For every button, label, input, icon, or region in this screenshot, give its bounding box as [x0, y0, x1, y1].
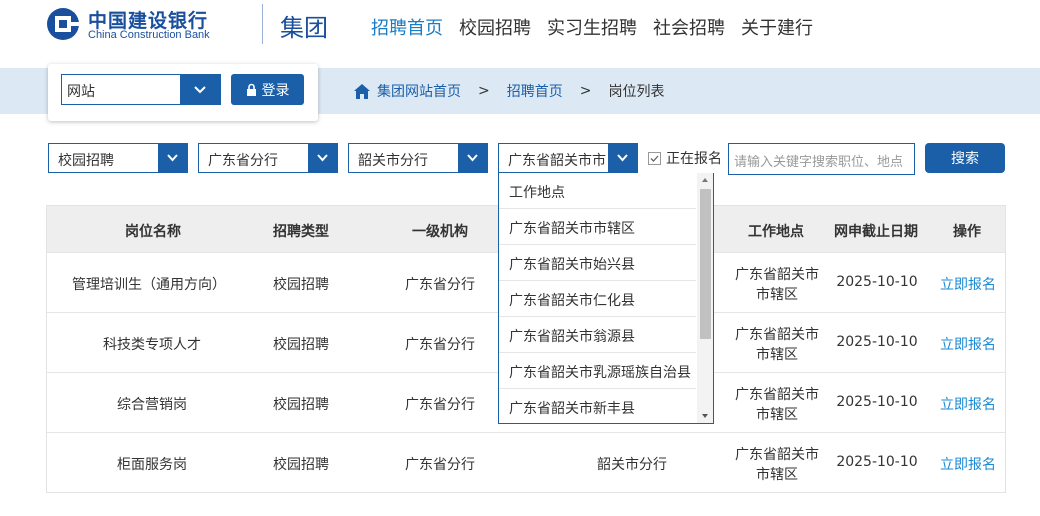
recruit-type-value: 校园招聘 — [58, 153, 114, 169]
breadcrumb: 集团网站首页 > 招聘首页 > 岗位列表 — [353, 81, 664, 101]
chevron-down-icon[interactable] — [608, 144, 637, 172]
location-select[interactable]: 广东省韶关市市 — [498, 143, 638, 173]
nav-about[interactable]: 关于建行 — [741, 14, 813, 40]
cell-position: 综合营销岗 — [117, 397, 187, 413]
cell-deadline: 2025-10-10 — [836, 334, 918, 350]
scrollbar-thumb[interactable] — [700, 189, 711, 339]
apply-now-link[interactable]: 立即报名 — [933, 334, 1003, 354]
cell-location-line2: 市辖区 — [756, 287, 798, 303]
city-branch-select[interactable]: 韶关市分行 — [348, 143, 488, 173]
cell-location-line2: 市辖区 — [756, 347, 798, 363]
brand-name-en: China Construction Bank — [88, 29, 210, 41]
scroll-down-icon[interactable] — [697, 409, 713, 423]
chevron-down-icon[interactable] — [458, 144, 487, 172]
apply-now-link[interactable]: 立即报名 — [933, 454, 1003, 474]
cell-type: 校园招聘 — [273, 277, 329, 293]
cell-location-line1: 广东省韶关市 — [735, 267, 819, 283]
cell-org1: 广东省分行 — [405, 397, 475, 413]
nav-intern-recruit[interactable]: 实习生招聘 — [547, 14, 637, 40]
apply-now-link[interactable]: 立即报名 — [933, 274, 1003, 294]
login-label: 登录 — [261, 82, 290, 99]
dropdown-option[interactable]: 广东省韶关市翁源县 — [499, 317, 696, 353]
city-branch-value: 韶关市分行 — [358, 153, 428, 169]
dropdown-option[interactable]: 广东省韶关市市辖区 — [499, 209, 696, 245]
open-only-filter[interactable]: 正在报名 — [648, 148, 722, 168]
chevron-down-icon[interactable] — [158, 144, 187, 172]
cell-type: 校园招聘 — [273, 337, 329, 353]
cell-type: 校园招聘 — [273, 397, 329, 413]
header-type: 招聘类型 — [273, 224, 329, 240]
breadcrumb-separator: > — [478, 83, 490, 99]
header-location: 工作地点 — [748, 224, 804, 240]
dropdown-option[interactable]: 广东省韶关市仁化县 — [499, 281, 696, 317]
header-position: 岗位名称 — [125, 224, 181, 240]
cell-org1: 广东省分行 — [405, 337, 475, 353]
open-only-checkbox[interactable] — [648, 151, 661, 165]
nav-social-recruit[interactable]: 社会招聘 — [653, 14, 725, 40]
home-icon[interactable] — [353, 83, 371, 100]
dropdown-option[interactable]: 工作地点 — [499, 173, 696, 209]
cell-location-line2: 市辖区 — [756, 467, 798, 483]
nav-campus-recruit[interactable]: 校园招聘 — [459, 14, 531, 40]
cell-deadline: 2025-10-10 — [836, 394, 918, 410]
header-action: 操作 — [953, 224, 981, 240]
province-branch-value: 广东省分行 — [208, 153, 278, 169]
cell-location-line1: 广东省韶关市 — [735, 447, 819, 463]
cell-org1: 广东省分行 — [405, 457, 475, 473]
recruit-type-select[interactable]: 校园招聘 — [48, 143, 188, 173]
ccb-logo-icon[interactable] — [46, 5, 80, 43]
keyword-search-input[interactable]: 请输入关键字搜索职位、地点 — [728, 143, 915, 175]
cell-deadline: 2025-10-10 — [836, 454, 918, 470]
breadcrumb-current: 岗位列表 — [608, 84, 665, 100]
scroll-up-icon[interactable] — [697, 173, 713, 187]
chevron-down-icon[interactable] — [180, 75, 220, 104]
cell-position: 柜面服务岗 — [117, 457, 187, 473]
chevron-down-icon[interactable] — [308, 144, 337, 172]
login-button[interactable]: 登录 — [231, 74, 304, 105]
logo-divider — [262, 4, 263, 44]
breadcrumb-group-home[interactable]: 集团网站首页 — [377, 81, 461, 101]
province-branch-select[interactable]: 广东省分行 — [198, 143, 338, 173]
search-button[interactable]: 搜索 — [925, 143, 1005, 173]
breadcrumb-separator: > — [579, 83, 592, 99]
nav-recruit-home[interactable]: 招聘首页 — [371, 14, 443, 40]
cell-type: 校园招聘 — [273, 457, 329, 473]
apply-now-link[interactable]: 立即报名 — [933, 394, 1003, 414]
header-org1: 一级机构 — [412, 224, 468, 240]
cell-position: 科技类专项人才 — [103, 337, 201, 353]
lock-icon — [246, 83, 256, 96]
login-panel: 网站 登录 — [48, 64, 318, 121]
location-value: 广东省韶关市市 — [508, 153, 606, 169]
cell-position: 管理培训生（通用方向） — [72, 277, 226, 293]
cell-deadline: 2025-10-10 — [836, 274, 918, 290]
dropdown-scrollbar[interactable] — [697, 173, 713, 423]
open-only-label: 正在报名 — [666, 151, 722, 167]
location-dropdown-list: 工作地点 广东省韶关市市辖区 广东省韶关市始兴县 广东省韶关市仁化县 广东省韶关… — [498, 173, 714, 424]
header-deadline: 网申截止日期 — [834, 224, 918, 240]
dropdown-option[interactable]: 广东省韶关市始兴县 — [499, 245, 696, 281]
dropdown-option[interactable]: 广东省韶关市乳源瑶族自治县 — [499, 353, 696, 389]
header: 中国建设银行 China Construction Bank 集团 招聘首页 校… — [0, 0, 1040, 68]
cell-location-line1: 广东省韶关市 — [735, 387, 819, 403]
site-select-value: 网站 — [67, 84, 95, 100]
site-select[interactable]: 网站 — [61, 74, 221, 105]
dropdown-option[interactable]: 广东省韶关市新丰县 — [499, 389, 696, 423]
checkmark-icon — [650, 155, 659, 162]
table-row: 柜面服务岗 校园招聘 广东省分行 韶关市分行 广东省韶关市 市辖区 2025-1… — [47, 432, 1005, 492]
cell-org1: 广东省分行 — [405, 277, 475, 293]
breadcrumb-recruit-home[interactable]: 招聘首页 — [507, 81, 563, 101]
brand-group: 集团 — [280, 14, 328, 42]
cell-location-line1: 广东省韶关市 — [735, 327, 819, 343]
main-nav: 招聘首页 校园招聘 实习生招聘 社会招聘 关于建行 — [371, 14, 813, 40]
cell-location-line2: 市辖区 — [756, 407, 798, 423]
cell-org2: 韶关市分行 — [597, 457, 667, 473]
